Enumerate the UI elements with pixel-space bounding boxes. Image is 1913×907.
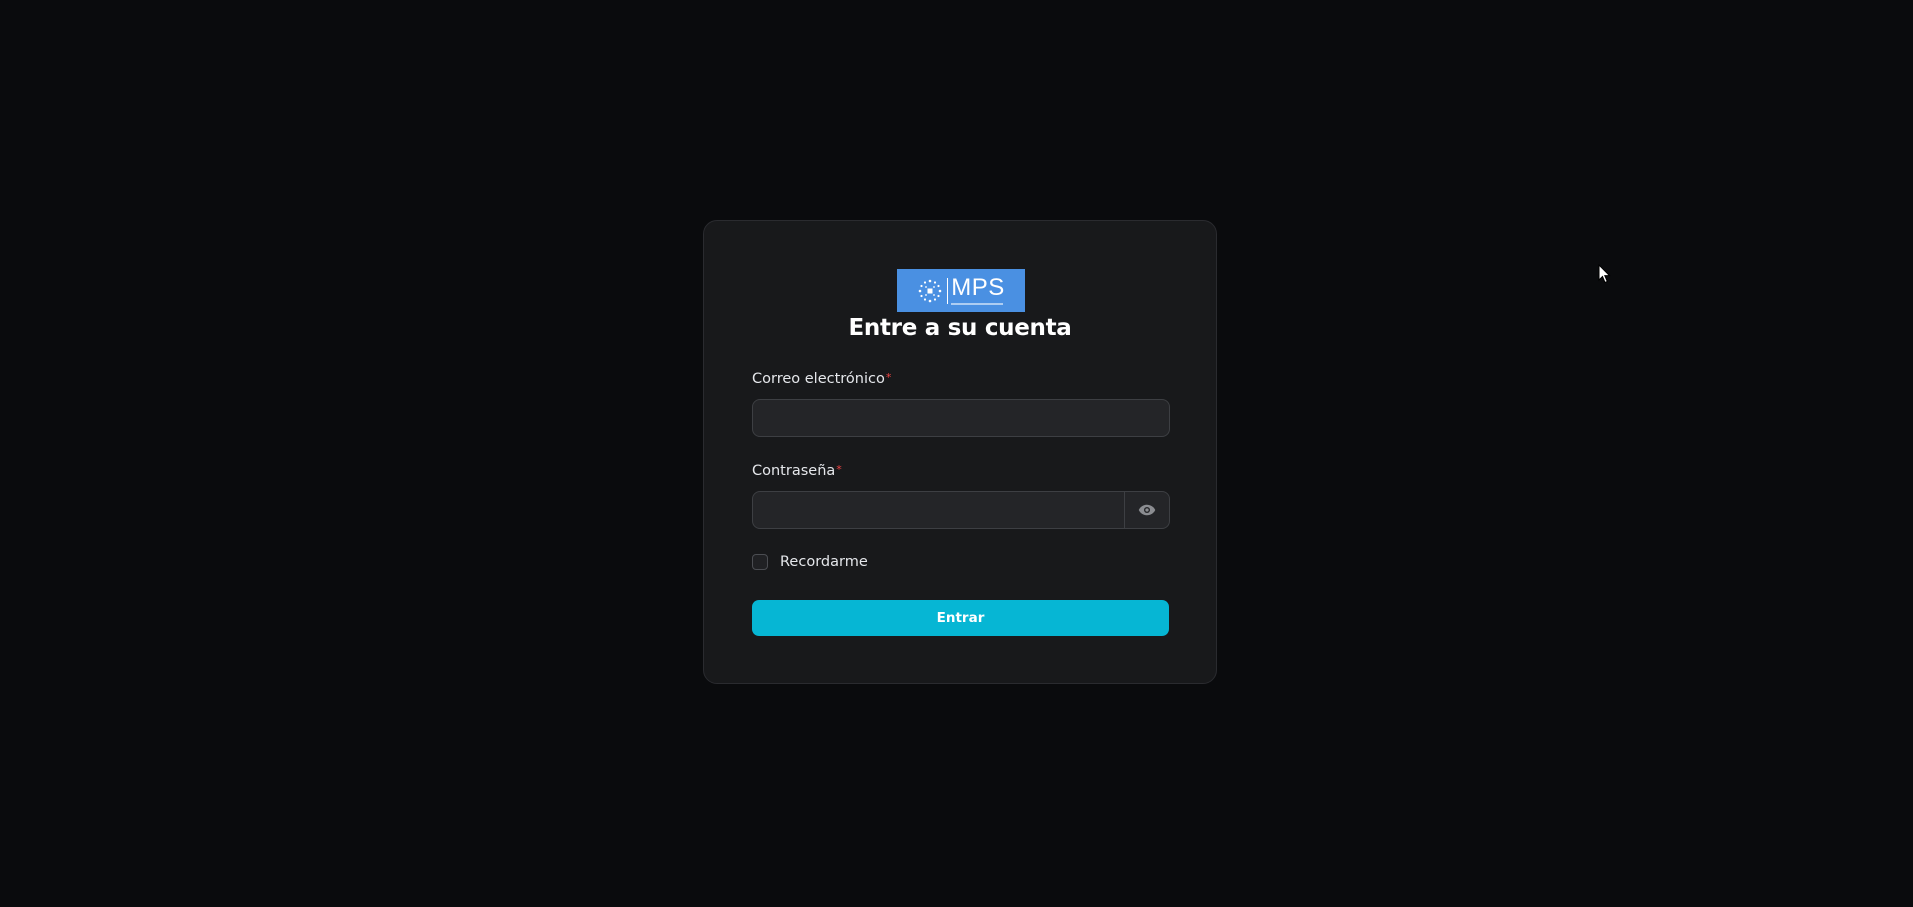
password-label: Contraseña* [752, 463, 842, 479]
remember-me-row: Recordarme [752, 554, 868, 570]
remember-me-label[interactable]: Recordarme [780, 554, 868, 570]
email-required-marker: * [885, 371, 892, 384]
password-required-marker: * [836, 463, 842, 476]
password-field-group [752, 491, 1170, 529]
email-label: Correo electrónico* [752, 371, 891, 387]
eye-icon [1138, 504, 1156, 516]
show-password-button[interactable] [1124, 492, 1169, 528]
email-label-text: Correo electrónico [752, 371, 885, 387]
page-title: Entre a su cuenta [848, 315, 1072, 341]
login-button[interactable]: Entrar [752, 600, 1169, 636]
logo-text: MPS [951, 274, 1005, 301]
password-label-text: Contraseña [752, 463, 836, 479]
logo-tagline-mark [951, 303, 1004, 305]
company-logo: MPS [897, 269, 1025, 312]
password-field[interactable] [753, 492, 1124, 528]
mouse-cursor-icon [1598, 264, 1611, 284]
remember-me-checkbox[interactable] [752, 554, 768, 570]
logo-wordmark: MPS [951, 276, 1005, 305]
login-card: MPS Entre a su cuenta Correo electrónico… [703, 220, 1217, 684]
logo-dots-icon [918, 279, 942, 302]
email-field[interactable] [752, 399, 1170, 437]
login-page: MPS Entre a su cuenta Correo electrónico… [0, 0, 1913, 907]
logo-divider [947, 277, 949, 304]
